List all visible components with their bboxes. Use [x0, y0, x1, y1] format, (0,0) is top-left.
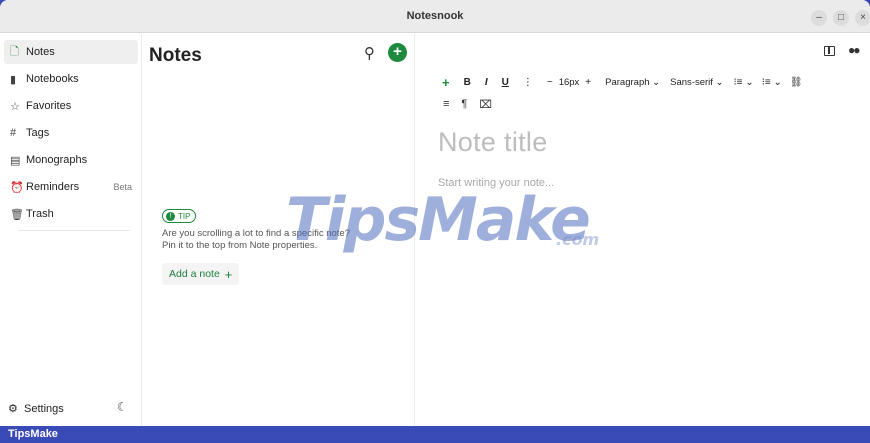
sidebar-item-label: Monographs	[26, 154, 88, 166]
editor-toolbar: + B I U ⋮ − 16px + Paragraph ⌄ Sans-seri…	[442, 74, 803, 90]
clear-formatting-icon[interactable]: ⌧	[479, 98, 492, 111]
sidebar-item-reminders[interactable]: ⏰ Reminders Beta	[4, 175, 138, 199]
brand-bar: TipsMake	[0, 426, 870, 443]
sidebar-item-trash[interactable]: 🗑 Trash	[4, 202, 138, 226]
settings-button[interactable]: ⚙ Settings	[8, 402, 64, 416]
settings-label: Settings	[24, 402, 64, 415]
sidebar-item-label: Tags	[26, 127, 50, 139]
note-body-input[interactable]: Start writing your note...	[438, 177, 554, 189]
trash-icon: 🗑	[10, 208, 24, 221]
decrease-font-button[interactable]: −	[547, 77, 553, 88]
link-icon[interactable]: ⛓	[790, 77, 803, 88]
note-title-input[interactable]: Note title	[438, 127, 548, 158]
sidebar-item-favorites[interactable]: ☆ Favorites	[4, 94, 138, 118]
app-window: Notesnook – □ × 🗋 Notes ▮ Notebooks ☆ Fa…	[0, 0, 870, 426]
sidebar-item-label: Notes	[26, 46, 55, 58]
brand-label: TipsMake	[8, 428, 58, 440]
close-icon[interactable]: ×	[855, 10, 870, 26]
chevron-down-icon: ⌄	[715, 76, 724, 88]
sidebar-item-tags[interactable]: # Tags	[4, 121, 138, 145]
sidebar-item-label: Notebooks	[26, 73, 79, 85]
tip-text: Are you scrolling a lot to find a specif…	[162, 228, 350, 251]
notebook-icon: ▮	[10, 73, 17, 86]
add-note-icon[interactable]: +	[388, 43, 407, 62]
tip-badge-label: TIP	[178, 211, 191, 221]
increase-font-button[interactable]: +	[585, 77, 591, 88]
note-icon: 🗋	[10, 45, 19, 58]
theme-toggle-icon[interactable]: ☾	[117, 400, 128, 414]
editor-toolbar-row2: ≡ ¶ ⌧	[443, 98, 504, 111]
page-title: Notes	[149, 45, 202, 66]
more-icon[interactable]: ⋮	[523, 77, 533, 88]
align-left-icon[interactable]: ≡	[443, 98, 449, 111]
insert-icon[interactable]: +	[442, 75, 450, 90]
ordered-list-icon: ⁝≡	[733, 76, 743, 88]
plus-icon: +	[224, 266, 233, 282]
sidebar: 🗋 Notes ▮ Notebooks ☆ Favorites # Tags ▤…	[0, 34, 142, 426]
chevron-down-icon: ⌄	[652, 76, 661, 88]
title-bar[interactable]: Notesnook – □ ×	[0, 0, 870, 33]
font-family-label: Sans-serif	[670, 76, 713, 88]
block-type-label: Paragraph	[605, 76, 650, 88]
italic-button[interactable]: I	[485, 77, 488, 88]
monograph-icon: ▤	[10, 154, 21, 167]
gear-icon: ⚙	[8, 403, 18, 415]
bold-button[interactable]: B	[464, 77, 471, 88]
star-icon: ☆	[10, 100, 20, 113]
chevron-down-icon: ⌄	[742, 76, 754, 88]
sidebar-item-label: Trash	[26, 208, 54, 220]
add-note-button[interactable]: Add a note +	[162, 263, 240, 285]
sidebar-divider	[18, 230, 130, 231]
add-note-label: Add a note	[169, 268, 220, 280]
sidebar-item-monographs[interactable]: ▤ Monographs	[4, 148, 138, 172]
font-size-value: 16px	[558, 76, 580, 88]
sidebar-item-label: Favorites	[26, 100, 72, 112]
sidebar-item-notes[interactable]: 🗋 Notes	[4, 40, 138, 64]
info-icon: !	[166, 211, 175, 221]
ordered-list-button[interactable]: ⁝≡ ⌄	[734, 77, 754, 88]
underline-button[interactable]: U	[502, 77, 509, 88]
bullet-list-button[interactable]: ⁝≡ ⌄	[762, 77, 782, 88]
bullet-list-icon: ⁝≡	[761, 76, 771, 88]
toggle-properties-icon[interactable]	[824, 46, 835, 56]
sidebar-item-label: Reminders	[26, 181, 80, 193]
chevron-down-icon: ⌄	[770, 76, 782, 88]
sidebar-item-notebooks[interactable]: ▮ Notebooks	[4, 67, 138, 91]
beta-badge: Beta	[113, 182, 132, 192]
block-type-select[interactable]: Paragraph ⌄	[605, 77, 660, 88]
read-mode-icon[interactable]: ●●	[848, 43, 860, 57]
window-title: Notesnook	[406, 10, 464, 22]
search-icon[interactable]: ⚲	[364, 44, 375, 62]
alarm-icon: ⏰	[10, 181, 24, 194]
editor-pane: ●● + B I U ⋮ − 16px + Paragraph ⌄ Sans-s…	[416, 34, 870, 426]
font-family-select[interactable]: Sans-serif ⌄	[670, 77, 723, 88]
maximize-icon[interactable]: □	[833, 10, 849, 26]
minimize-icon[interactable]: –	[811, 10, 827, 26]
notes-list-pane: Notes ⚲ + ! TIP Are you scrolling a lot …	[143, 34, 415, 426]
tip-badge: ! TIP	[162, 209, 197, 223]
paragraph-direction-icon[interactable]: ¶	[461, 98, 467, 111]
hash-icon: #	[10, 127, 17, 139]
